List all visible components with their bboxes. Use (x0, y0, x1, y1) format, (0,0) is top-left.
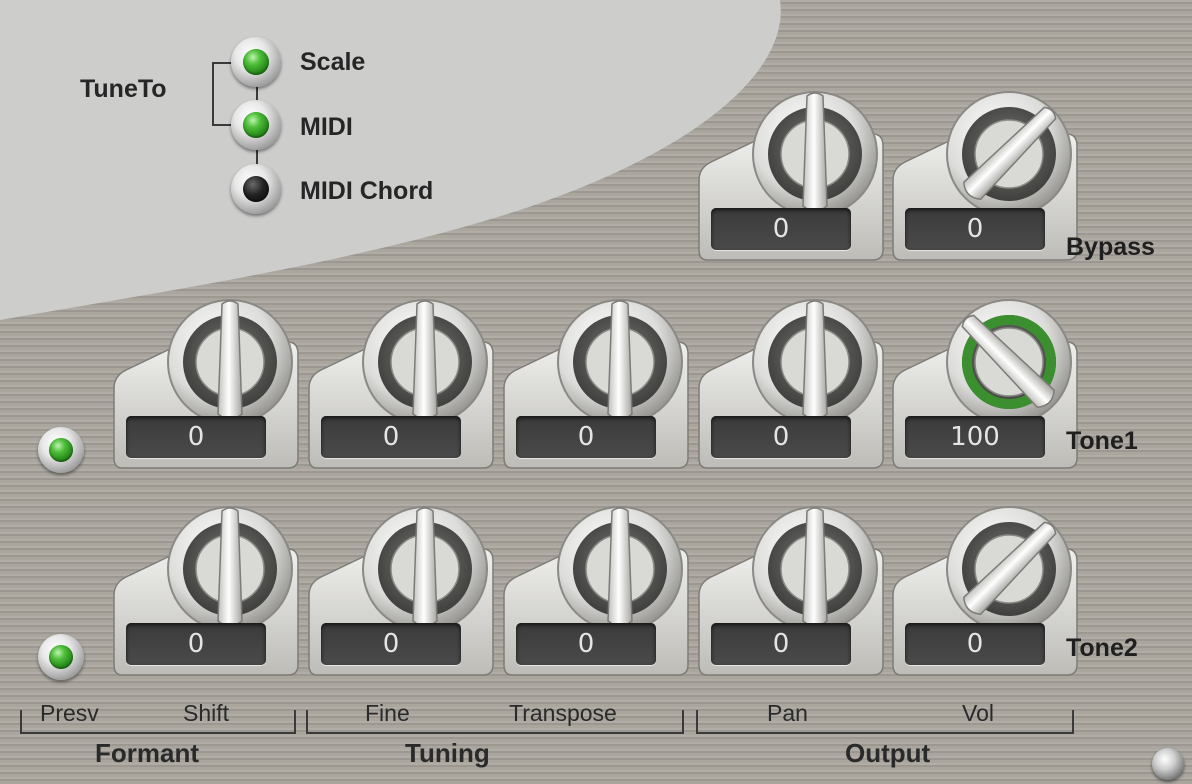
tone2-transpose-value-display[interactable]: 0 (516, 623, 656, 665)
tone2-formant-shift-knob[interactable] (164, 503, 296, 635)
tone1-fine-value-display[interactable]: 0 (321, 416, 461, 458)
tone2-fine-knob-pointer (412, 507, 438, 627)
tuneto-midi-chord-radio[interactable] (231, 164, 281, 214)
swoosh-shape (0, 0, 781, 320)
output-group-bracket (696, 710, 1074, 734)
bypass-pan-value-display[interactable]: 0 (711, 208, 851, 250)
tone1-transpose-value-display[interactable]: 0 (516, 416, 656, 458)
tone2-formant-shift-value-display[interactable]: 0 (126, 623, 266, 665)
tone2-formant-preserve-toggle[interactable] (38, 634, 84, 680)
tone2-pan-value-display[interactable]: 0 (711, 623, 851, 665)
tone1-pan-knob-pointer (802, 300, 828, 420)
tuneto-midi-chord-label: MIDI Chord (300, 177, 434, 205)
tuneto-midi-label: MIDI (300, 113, 353, 141)
bypass-row-label: Bypass (1066, 233, 1155, 261)
tone1-vol-knob[interactable] (943, 296, 1075, 428)
bypass-pan-knob-pointer (802, 92, 828, 212)
tone1-formant-shift-knob-pointer (217, 300, 243, 420)
tone1-formant-preserve-toggle[interactable] (38, 427, 84, 473)
tone2-transpose-control: 0 (502, 503, 692, 683)
tone2-vol-value-display[interactable]: 0 (905, 623, 1045, 665)
plugin-panel: TuneTo Scale MIDI MIDI Chord 0 0 Bypass … (0, 0, 1192, 784)
tone1-pan-knob[interactable] (749, 296, 881, 428)
tone2-pan-control: 0 (697, 503, 887, 683)
tone1-transpose-knob-pointer (607, 300, 633, 420)
bypass-vol-knob[interactable] (943, 88, 1075, 220)
tone2-pan-knob-pointer (802, 507, 828, 627)
tone2-pan-knob[interactable] (749, 503, 881, 635)
tone1-fine-knob-pointer (412, 300, 438, 420)
tone2-vol-control: 0 (891, 503, 1081, 683)
corner-screw (1152, 748, 1184, 780)
tone2-transpose-knob-pointer (607, 507, 633, 627)
tone2-formant-shift-knob-pointer (217, 507, 243, 627)
tone1-vol-control: 100 (891, 296, 1081, 476)
tone1-pan-control: 0 (697, 296, 887, 476)
bypass-pan-control: 0 (697, 88, 887, 268)
formant-group-label: Formant (95, 738, 199, 768)
formant-group-bracket (20, 710, 296, 734)
tone2-vol-knob[interactable] (943, 503, 1075, 635)
bypass-vol-value-display[interactable]: 0 (905, 208, 1045, 250)
tone1-transpose-knob[interactable] (554, 296, 686, 428)
tone1-fine-control: 0 (307, 296, 497, 476)
tone2-fine-value-display[interactable]: 0 (321, 623, 461, 665)
bypass-vol-control: 0 (891, 88, 1081, 268)
bypass-pan-knob[interactable] (749, 88, 881, 220)
tuning-group-label: Tuning (405, 738, 490, 768)
output-group-label: Output (845, 738, 931, 768)
tone2-row-label: Tone2 (1066, 634, 1138, 662)
tone1-vol-value-display[interactable]: 100 (905, 416, 1045, 458)
tuneto-scale-label: Scale (300, 48, 366, 76)
tuneto-scale-radio[interactable] (231, 37, 281, 87)
tone1-transpose-control: 0 (502, 296, 692, 476)
tone2-fine-knob[interactable] (359, 503, 491, 635)
tone1-formant-shift-control: 0 (112, 296, 302, 476)
tone2-transpose-knob[interactable] (554, 503, 686, 635)
tone1-row-label: Tone1 (1066, 427, 1138, 455)
tuning-group-bracket (306, 710, 684, 734)
tone1-formant-shift-knob[interactable] (164, 296, 296, 428)
tone1-fine-knob[interactable] (359, 296, 491, 428)
tone1-formant-shift-value-display[interactable]: 0 (126, 416, 266, 458)
tuneto-midi-radio[interactable] (231, 100, 281, 150)
tuneto-label: TuneTo (80, 75, 167, 103)
tone2-fine-control: 0 (307, 503, 497, 683)
tuneto-bracket (212, 62, 234, 126)
tone2-formant-shift-control: 0 (112, 503, 302, 683)
tone1-pan-value-display[interactable]: 0 (711, 416, 851, 458)
